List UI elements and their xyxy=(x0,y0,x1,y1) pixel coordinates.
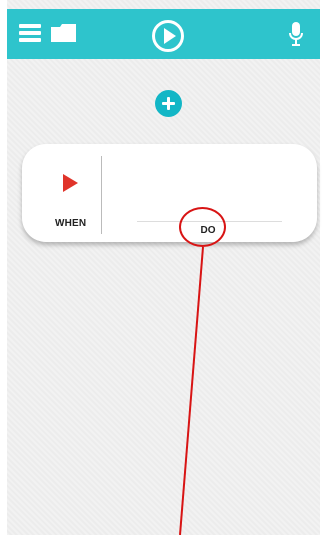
card-divider xyxy=(101,156,102,234)
do-annotation-circle xyxy=(179,207,226,247)
rule-card[interactable]: WHEN DO xyxy=(22,144,317,242)
microphone-icon[interactable] xyxy=(288,21,304,47)
folder-icon[interactable] xyxy=(50,23,78,43)
when-section[interactable]: WHEN xyxy=(22,144,100,242)
top-app-bar xyxy=(7,9,320,59)
app-screen xyxy=(0,0,327,535)
when-label: WHEN xyxy=(55,218,87,229)
hamburger-menu-icon[interactable] xyxy=(19,24,41,42)
add-rule-button[interactable] xyxy=(155,90,182,117)
play-circle-icon[interactable] xyxy=(152,20,184,52)
play-triangle-icon xyxy=(63,174,78,192)
